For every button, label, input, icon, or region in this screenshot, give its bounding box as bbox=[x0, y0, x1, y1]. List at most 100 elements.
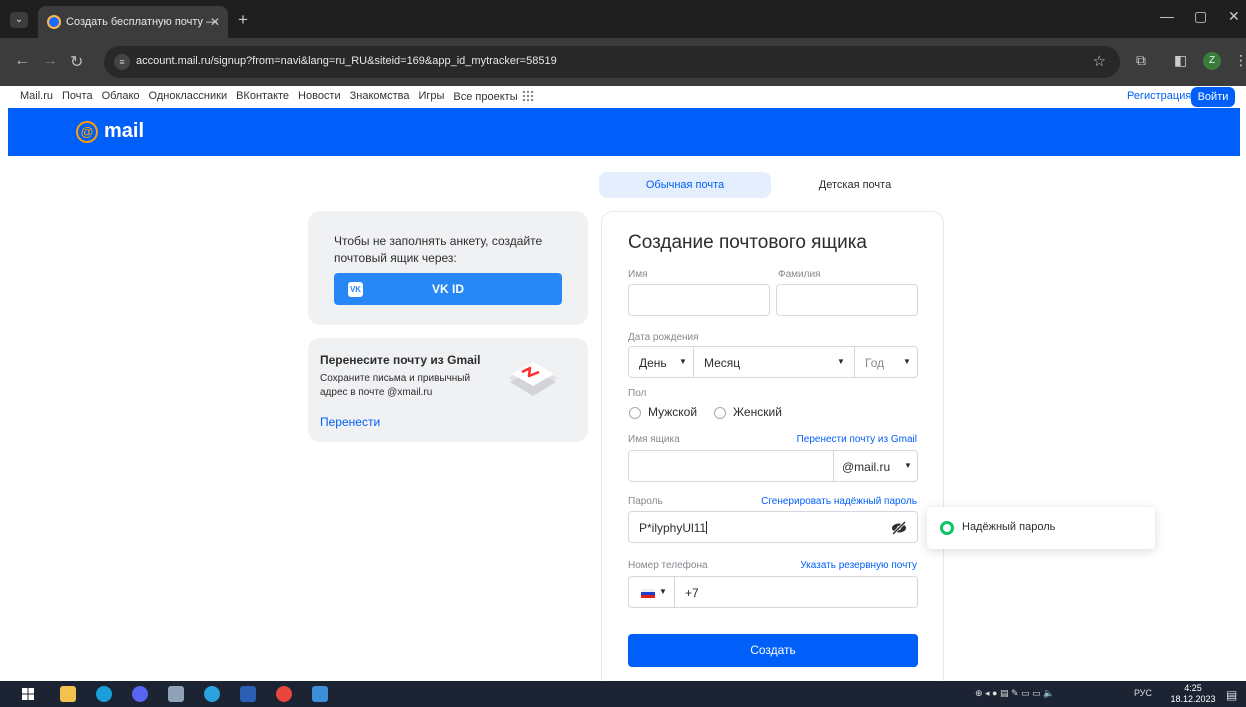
form-title: Создание почтового ящика bbox=[628, 232, 868, 253]
new-tab-icon[interactable]: + bbox=[238, 10, 248, 30]
notifications-icon[interactable]: ▤ bbox=[1226, 688, 1237, 702]
photos-icon[interactable] bbox=[312, 686, 328, 702]
year-select[interactable]: Год ▼ bbox=[855, 347, 917, 377]
password-strength-tooltip: Надёжный пароль bbox=[927, 507, 1155, 549]
system-tray[interactable]: ⊕ ◂ ● ▤ ✎ ▭ ▭ 🔈 bbox=[975, 688, 1054, 699]
chrome-icon[interactable] bbox=[276, 686, 292, 702]
tab-ordinary-mail[interactable]: Обычная почта bbox=[599, 172, 771, 198]
gender-male-radio[interactable] bbox=[629, 407, 641, 419]
portal-link-oblako[interactable]: Облако bbox=[102, 90, 140, 103]
create-button[interactable]: Создать bbox=[628, 634, 918, 667]
signup-form: Создание почтового ящика Имя Фамилия Дат… bbox=[601, 211, 944, 681]
vk-card-text: Чтобы не заполнять анкету, создайте почт… bbox=[334, 234, 543, 265]
close-window-icon[interactable]: ✕ bbox=[1228, 8, 1240, 25]
backup-email-link[interactable]: Указать резервную почту bbox=[800, 560, 917, 571]
password-strength-text: Надёжный пароль bbox=[962, 521, 1056, 533]
day-select-value: День bbox=[639, 356, 667, 370]
address-bar[interactable]: ≡ account.mail.ru/signup?from=navi&lang=… bbox=[104, 46, 1120, 78]
first-name-field[interactable] bbox=[628, 284, 770, 316]
minimize-icon[interactable]: — bbox=[1160, 8, 1174, 24]
portal-nav: Mail.ru Почта Облако Одноклассники ВКонт… bbox=[0, 86, 1246, 108]
at-logo-icon: @ bbox=[76, 121, 98, 143]
gender-female-label[interactable]: Женский bbox=[733, 405, 782, 419]
country-select[interactable]: ▼ bbox=[629, 577, 674, 607]
back-icon[interactable]: ← bbox=[14, 52, 30, 70]
chevron-down-icon: ▼ bbox=[903, 357, 911, 366]
phone-prefix: +7 bbox=[685, 586, 699, 600]
all-projects-label: Все проекты bbox=[453, 91, 518, 103]
clock[interactable]: 4:25 18.12.2023 bbox=[1163, 683, 1223, 705]
portal-link-pochta[interactable]: Почта bbox=[62, 90, 93, 103]
extensions-icon[interactable]: ⧉ bbox=[1136, 52, 1146, 69]
browser-menu-icon[interactable]: ⋮ bbox=[1234, 52, 1246, 69]
day-select[interactable]: День ▼ bbox=[629, 347, 693, 377]
taskbar: ⊕ ◂ ● ▤ ✎ ▭ ▭ 🔈 РУС 4:25 18.12.2023 ▤ bbox=[0, 681, 1246, 707]
password-field[interactable]: P*ilyphyUl11 bbox=[628, 511, 918, 543]
browser-tab-active[interactable]: Создать бесплатную почту — ✕ bbox=[38, 6, 228, 38]
site-settings-icon[interactable]: ≡ bbox=[114, 54, 130, 70]
chevron-down-icon: ▼ bbox=[679, 357, 687, 366]
profile-avatar[interactable]: Z bbox=[1203, 52, 1221, 70]
login-button[interactable]: Войти bbox=[1191, 87, 1235, 107]
month-select-value: Месяц bbox=[704, 356, 741, 370]
word-icon[interactable] bbox=[240, 686, 256, 702]
mailbox-field[interactable]: @mail.ru ▼ bbox=[628, 450, 918, 482]
chevron-down-icon: ▼ bbox=[904, 461, 912, 470]
bookmark-star-icon[interactable]: ☆ bbox=[1093, 52, 1106, 70]
phone-field[interactable]: ▼ +7 bbox=[628, 576, 918, 608]
language-indicator[interactable]: РУС bbox=[1134, 688, 1152, 698]
portal-link-news[interactable]: Новости bbox=[298, 90, 341, 103]
gender-male-label[interactable]: Мужской bbox=[648, 405, 697, 419]
envelope-icon bbox=[508, 362, 558, 396]
maximize-icon[interactable]: ▢ bbox=[1194, 8, 1207, 25]
side-panel-icon[interactable]: ◧ bbox=[1174, 52, 1187, 69]
portal-link-all-projects[interactable]: Все проекты bbox=[453, 90, 534, 103]
portal-link-ok[interactable]: Одноклассники bbox=[149, 90, 228, 103]
gender-female-radio[interactable] bbox=[714, 407, 726, 419]
password-value: P*ilyphyUl11 bbox=[639, 521, 708, 535]
browser-titlebar: ⌄ Создать бесплатную почту — ✕ + — ▢ ✕ bbox=[0, 0, 1246, 38]
tab-search-chevron-icon[interactable]: ⌄ bbox=[10, 12, 28, 28]
portal-link-dating[interactable]: Знакомства bbox=[350, 90, 410, 103]
clock-time: 4:25 bbox=[1184, 683, 1202, 693]
windows-start-icon[interactable] bbox=[20, 686, 36, 702]
discord-icon[interactable] bbox=[132, 686, 148, 702]
portal-link-vk[interactable]: ВКонтакте bbox=[236, 90, 289, 103]
mailbox-label: Имя ящика bbox=[628, 434, 680, 445]
gmail-card-description: Сохраните письма и привычный адрес в поч… bbox=[320, 373, 471, 398]
password-text: P*ilyphyUl11 bbox=[639, 521, 707, 535]
year-select-value: Год bbox=[865, 356, 885, 370]
password-label: Пароль bbox=[628, 496, 663, 507]
first-name-label: Имя bbox=[628, 269, 648, 280]
eye-slash-icon[interactable] bbox=[891, 520, 907, 536]
mail-favicon-icon bbox=[47, 15, 61, 29]
birthdate-label: Дата рождения bbox=[628, 332, 699, 343]
telegram-icon[interactable] bbox=[204, 686, 220, 702]
vk-id-button[interactable]: VK VK ID bbox=[334, 273, 562, 305]
transfer-link[interactable]: Перенести bbox=[320, 415, 380, 429]
logo-text[interactable]: mail bbox=[104, 120, 144, 143]
last-name-field[interactable] bbox=[776, 284, 918, 316]
reload-icon[interactable]: ↻ bbox=[70, 52, 83, 72]
last-name-label: Фамилия bbox=[778, 269, 821, 280]
app-icon[interactable] bbox=[168, 686, 184, 702]
ring-icon bbox=[940, 521, 954, 535]
transfer-gmail-link[interactable]: Перенести почту из Gmail bbox=[797, 434, 917, 445]
birthdate-group: День ▼ Месяц ▼ Год ▼ bbox=[628, 346, 918, 378]
file-explorer-icon[interactable] bbox=[60, 686, 76, 702]
portal-link-games[interactable]: Игры bbox=[418, 90, 444, 103]
clock-date: 18.12.2023 bbox=[1170, 694, 1216, 704]
phone-label: Номер телефона bbox=[628, 560, 708, 571]
portal-link-mailru[interactable]: Mail.ru bbox=[20, 90, 53, 103]
browser-toolbar: ← → ↻ ≡ account.mail.ru/signup?from=navi… bbox=[0, 38, 1246, 86]
chevron-down-icon: ▼ bbox=[837, 357, 845, 366]
register-link[interactable]: Регистрация bbox=[1127, 90, 1191, 102]
close-tab-icon[interactable]: ✕ bbox=[210, 6, 220, 38]
generate-password-link[interactable]: Сгенерировать надёжный пароль bbox=[761, 496, 917, 507]
month-select[interactable]: Месяц ▼ bbox=[694, 347, 854, 377]
tab-kids-mail[interactable]: Детская почта bbox=[785, 172, 925, 198]
domain-select[interactable]: @mail.ru ▼ bbox=[834, 451, 918, 481]
forward-icon[interactable]: → bbox=[42, 52, 58, 70]
edge-icon[interactable] bbox=[96, 686, 112, 702]
divider bbox=[674, 577, 675, 607]
